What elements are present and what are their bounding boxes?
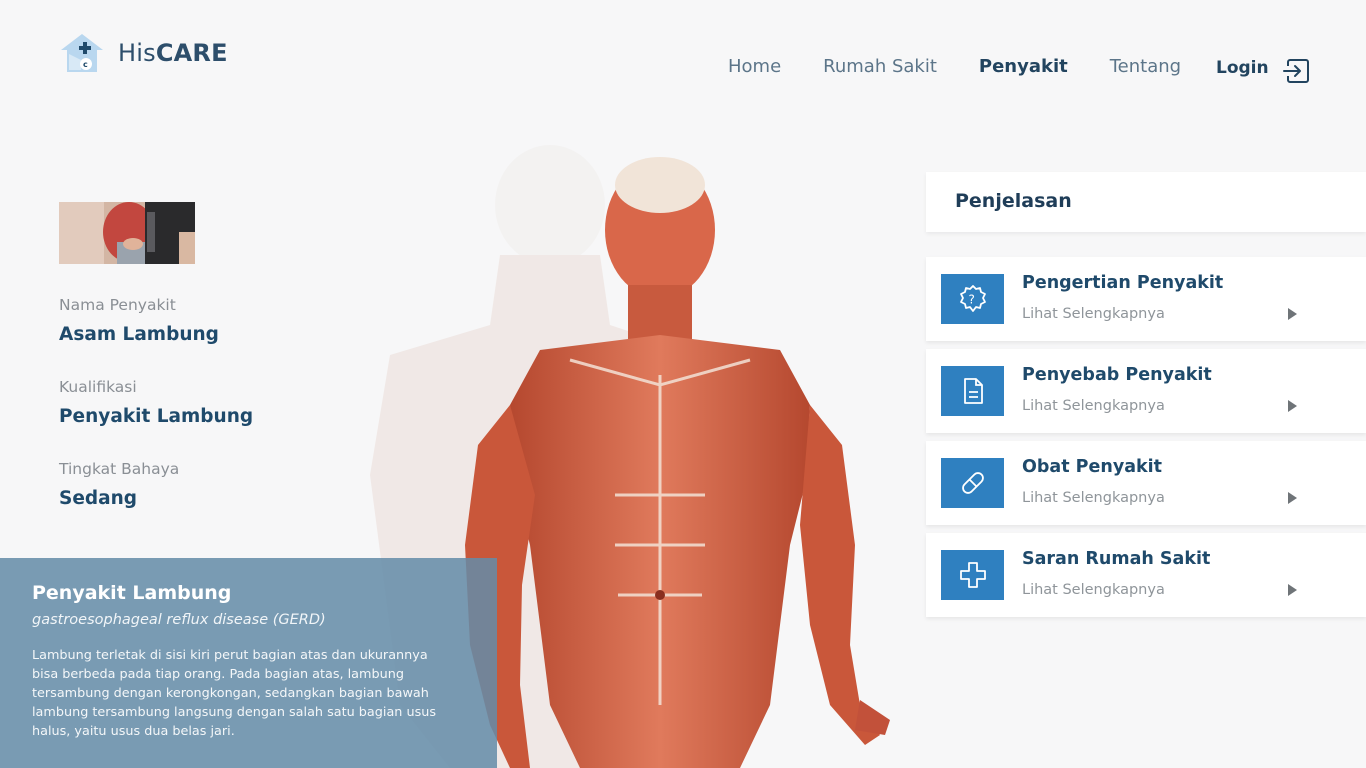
name-label: Nama Penyakit <box>59 296 176 314</box>
brand-logo[interactable]: c HisCARE <box>59 32 228 74</box>
danger-level-label: Tingkat Bahaya <box>59 460 180 478</box>
question-badge-icon: ? <box>941 274 1004 324</box>
brand-name: HisCARE <box>118 39 228 67</box>
person-stomach-photo <box>59 202 195 264</box>
qualification-label: Kualifikasi <box>59 378 137 396</box>
nav-home[interactable]: Home <box>728 56 781 77</box>
menu-title: Pengertian Penyakit <box>1022 273 1224 293</box>
menu-title: Saran Rumah Sakit <box>1022 549 1211 569</box>
menu-subtitle: Lihat Selengkapnya <box>1022 398 1165 414</box>
house-medical-icon: c <box>61 34 103 72</box>
document-icon <box>941 366 1004 416</box>
arrow-right-icon <box>1288 584 1297 596</box>
login-icon[interactable] <box>1282 57 1310 85</box>
name-value: Asam Lambung <box>59 324 219 345</box>
pill-icon <box>941 458 1004 508</box>
explanation-title: Penjelasan <box>955 190 1072 212</box>
arrow-right-icon <box>1288 308 1297 320</box>
nav-penyakit[interactable]: Penyakit <box>979 56 1068 77</box>
menu-card-penyebab[interactable]: Penyebab Penyakit Lihat Selengkapnya <box>926 349 1366 433</box>
menu-card-obat[interactable]: Obat Penyakit Lihat Selengkapnya <box>926 441 1366 525</box>
description-text: Lambung terletak di sisi kiri perut bagi… <box>32 648 437 739</box>
description-title: Penyakit Lambung <box>32 582 232 604</box>
login-link[interactable]: Login <box>1216 58 1269 78</box>
menu-subtitle: Lihat Selengkapnya <box>1022 490 1165 506</box>
main-nav: Home Rumah Sakit Penyakit Tentang <box>728 56 1223 77</box>
nav-rumah-sakit[interactable]: Rumah Sakit <box>823 56 937 77</box>
svg-text:?: ? <box>968 293 974 307</box>
menu-subtitle: Lihat Selengkapnya <box>1022 306 1165 322</box>
menu-card-saran-rumah-sakit[interactable]: Saran Rumah Sakit Lihat Selengkapnya <box>926 533 1366 617</box>
danger-level-value: Sedang <box>59 488 138 509</box>
nav-tentang[interactable]: Tentang <box>1110 56 1181 77</box>
menu-title: Penyebab Penyakit <box>1022 365 1212 385</box>
plus-icon <box>941 550 1004 600</box>
svg-text:c: c <box>83 60 88 69</box>
arrow-right-icon <box>1288 400 1297 412</box>
menu-title: Obat Penyakit <box>1022 457 1163 477</box>
disease-thumbnail <box>59 202 195 264</box>
explanation-header: Penjelasan <box>926 172 1366 232</box>
menu-subtitle: Lihat Selengkapnya <box>1022 582 1165 598</box>
qualification-value: Penyakit Lambung <box>59 406 254 427</box>
menu-card-pengertian[interactable]: ? Pengertian Penyakit Lihat Selengkapnya <box>926 257 1366 341</box>
disease-description-card: Penyakit Lambung gastroesophageal reflux… <box>0 558 497 768</box>
description-subtitle: gastroesophageal reflux disease (GERD) <box>32 612 326 628</box>
arrow-right-icon <box>1288 492 1297 504</box>
